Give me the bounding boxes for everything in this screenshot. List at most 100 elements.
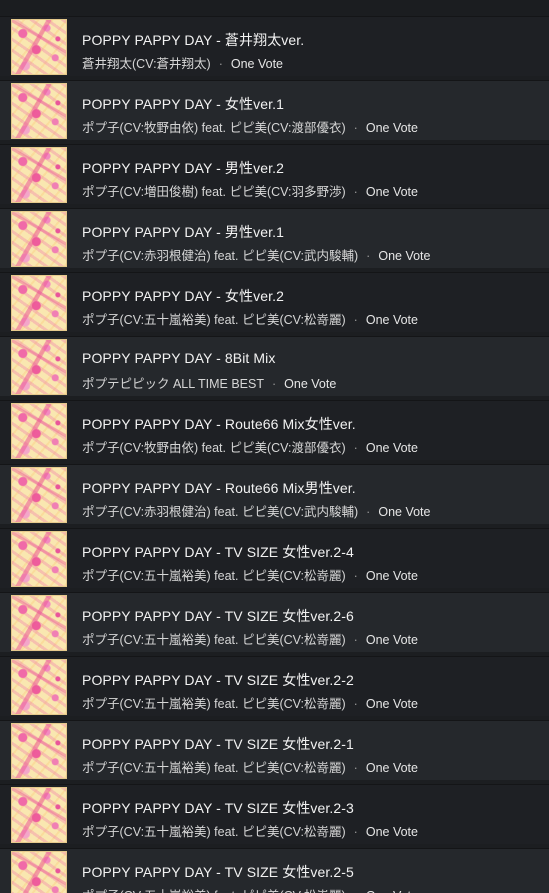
track-row[interactable]: POPPY PAPPY DAY - 蒼井翔太ver. 蒼井翔太(CV:蒼井翔太) ·… bbox=[0, 16, 549, 76]
track-row[interactable]: POPPY PAPPY DAY - TV SIZE 女性ver.2-6 ポプ子(C… bbox=[0, 592, 549, 652]
track-album[interactable]: One Vote bbox=[366, 761, 418, 775]
meta-separator: · bbox=[366, 505, 371, 519]
album-art-thumbnail[interactable] bbox=[11, 83, 67, 139]
track-meta: ポプ子(CV:五十嵐裕美) feat. ピピ美(CV:松嵜麗) · One Vote bbox=[82, 629, 418, 648]
album-art-thumbnail[interactable] bbox=[11, 467, 67, 523]
album-art-thumbnail[interactable] bbox=[11, 19, 67, 75]
track-album[interactable]: One Vote bbox=[366, 185, 418, 199]
meta-separator: · bbox=[353, 633, 358, 647]
track-text: POPPY PAPPY DAY - TV SIZE 女性ver.2-2 ポプ子(C… bbox=[82, 657, 541, 717]
track-row[interactable]: POPPY PAPPY DAY - 男性ver.2 ポプ子(CV:増田俊樹) fe… bbox=[0, 144, 549, 204]
track-text: POPPY PAPPY DAY - 蒼井翔太ver. 蒼井翔太(CV:蒼井翔太) ·… bbox=[82, 17, 541, 77]
album-art-thumbnail[interactable] bbox=[11, 659, 67, 715]
meta-separator: · bbox=[218, 57, 223, 71]
track-title[interactable]: POPPY PAPPY DAY - TV SIZE 女性ver.2-3 bbox=[82, 798, 354, 818]
track-row[interactable]: POPPY PAPPY DAY - TV SIZE 女性ver.2-2 ポプ子(C… bbox=[0, 656, 549, 716]
track-title[interactable]: POPPY PAPPY DAY - 女性ver.2 bbox=[82, 286, 284, 306]
track-title[interactable]: POPPY PAPPY DAY - 男性ver.2 bbox=[82, 158, 284, 178]
track-row[interactable]: POPPY PAPPY DAY - Route66 Mix男性ver. ポプ子(C… bbox=[0, 464, 549, 524]
album-art-thumbnail[interactable] bbox=[11, 851, 67, 893]
track-text: POPPY PAPPY DAY - TV SIZE 女性ver.2-3 ポプ子(C… bbox=[82, 785, 541, 845]
meta-separator: · bbox=[353, 185, 358, 199]
meta-separator: · bbox=[271, 377, 277, 391]
track-row[interactable]: POPPY PAPPY DAY - TV SIZE 女性ver.2-3 ポプ子(C… bbox=[0, 784, 549, 844]
track-album[interactable]: One Vote bbox=[366, 825, 418, 839]
track-artist[interactable]: ポプ子(CV:五十嵐裕美) feat. ピピ美(CV:松嵜麗) bbox=[82, 889, 346, 893]
track-album[interactable]: One Vote bbox=[366, 633, 418, 647]
track-title[interactable]: POPPY PAPPY DAY - Route66 Mix女性ver. bbox=[82, 414, 356, 434]
album-art-pattern bbox=[12, 340, 66, 394]
album-art-thumbnail[interactable] bbox=[11, 403, 67, 459]
track-row[interactable]: POPPY PAPPY DAY - 女性ver.1 ポプ子(CV:牧野由依) fe… bbox=[0, 80, 549, 140]
track-title[interactable]: POPPY PAPPY DAY - 女性ver.1 bbox=[82, 94, 284, 114]
track-artist[interactable]: ポプ子(CV:五十嵐裕美) feat. ピピ美(CV:松嵜麗) bbox=[82, 633, 346, 647]
track-album[interactable]: One Vote bbox=[366, 569, 418, 583]
track-artist[interactable]: ポプ子(CV:赤羽根健治) feat. ピピ美(CV:武内駿輔) bbox=[82, 505, 358, 519]
track-album[interactable]: One Vote bbox=[366, 697, 418, 711]
track-title[interactable]: POPPY PAPPY DAY - TV SIZE 女性ver.2-4 bbox=[82, 542, 354, 562]
album-art-thumbnail[interactable] bbox=[11, 339, 67, 395]
track-row[interactable]: POPPY PAPPY DAY - TV SIZE 女性ver.2-5 ポプ子(C… bbox=[0, 848, 549, 893]
track-text: POPPY PAPPY DAY - Route66 Mix男性ver. ポプ子(C… bbox=[82, 465, 541, 525]
meta-separator: · bbox=[353, 313, 358, 327]
track-title[interactable]: POPPY PAPPY DAY - 男性ver.1 bbox=[82, 222, 284, 242]
track-title[interactable]: POPPY PAPPY DAY - TV SIZE 女性ver.2-6 bbox=[82, 606, 354, 626]
track-title[interactable]: POPPY PAPPY DAY - TV SIZE 女性ver.2-5 bbox=[82, 862, 354, 882]
track-artist[interactable]: ポプ子(CV:五十嵐裕美) feat. ピピ美(CV:松嵜麗) bbox=[82, 569, 346, 583]
track-list: POPPY PAPPY DAY - 蒼井翔太ver. 蒼井翔太(CV:蒼井翔太) ·… bbox=[0, 0, 549, 893]
track-title[interactable]: POPPY PAPPY DAY - 8Bit Mix bbox=[82, 350, 276, 366]
track-meta: 蒼井翔太(CV:蒼井翔太) · One Vote bbox=[82, 53, 283, 72]
album-art-thumbnail[interactable] bbox=[11, 595, 67, 651]
album-art-thumbnail[interactable] bbox=[11, 147, 67, 203]
track-artist[interactable]: ポプ子(CV:五十嵐裕美) feat. ピピ美(CV:松嵜麗) bbox=[82, 697, 346, 711]
track-meta: ポプ子(CV:増田俊樹) feat. ピピ美(CV:羽多野渉) · One Vote bbox=[82, 181, 418, 200]
track-artist[interactable]: ポプテピピック ALL TIME BEST bbox=[82, 377, 264, 391]
album-art-pattern bbox=[12, 20, 66, 74]
track-row[interactable]: POPPY PAPPY DAY - TV SIZE 女性ver.2-4 ポプ子(C… bbox=[0, 528, 549, 588]
track-row[interactable]: POPPY PAPPY DAY - 女性ver.2 ポプ子(CV:五十嵐裕美) f… bbox=[0, 272, 549, 332]
track-artist[interactable]: ポプ子(CV:赤羽根健治) feat. ピピ美(CV:武内駿輔) bbox=[82, 249, 358, 263]
track-row[interactable]: POPPY PAPPY DAY - 8Bit Mix ポプテピピック ALL TI… bbox=[0, 336, 549, 396]
album-art-pattern bbox=[12, 148, 66, 202]
track-meta: ポプテピピック ALL TIME BEST · One Vote bbox=[82, 373, 336, 392]
meta-separator: · bbox=[353, 825, 358, 839]
track-row[interactable]: POPPY PAPPY DAY - 男性ver.1 ポプ子(CV:赤羽根健治) f… bbox=[0, 208, 549, 268]
track-artist[interactable]: 蒼井翔太(CV:蒼井翔太) bbox=[82, 57, 211, 71]
track-meta: ポプ子(CV:赤羽根健治) feat. ピピ美(CV:武内駿輔) · One Vot… bbox=[82, 245, 430, 264]
meta-separator: · bbox=[353, 761, 358, 775]
track-title[interactable]: POPPY PAPPY DAY - 蒼井翔太ver. bbox=[82, 30, 304, 50]
album-art-thumbnail[interactable] bbox=[11, 723, 67, 779]
track-text: POPPY PAPPY DAY - 8Bit Mix ポプテピピック ALL TI… bbox=[82, 337, 541, 397]
track-title[interactable]: POPPY PAPPY DAY - TV SIZE 女性ver.2-1 bbox=[82, 734, 354, 754]
track-artist[interactable]: ポプ子(CV:牧野由依) feat. ピピ美(CV:渡部優衣) bbox=[82, 121, 346, 135]
track-artist[interactable]: ポプ子(CV:増田俊樹) feat. ピピ美(CV:羽多野渉) bbox=[82, 185, 346, 199]
track-title[interactable]: POPPY PAPPY DAY - Route66 Mix男性ver. bbox=[82, 478, 356, 498]
track-album[interactable]: One Vote bbox=[366, 121, 418, 135]
track-album[interactable]: One Vote bbox=[366, 889, 418, 893]
track-artist[interactable]: ポプ子(CV:牧野由依) feat. ピピ美(CV:渡部優衣) bbox=[82, 441, 346, 455]
track-text: POPPY PAPPY DAY - TV SIZE 女性ver.2-5 ポプ子(C… bbox=[82, 849, 541, 893]
track-row[interactable]: POPPY PAPPY DAY - TV SIZE 女性ver.2-1 ポプ子(C… bbox=[0, 720, 549, 780]
track-album[interactable]: One Vote bbox=[284, 377, 336, 391]
track-album[interactable]: One Vote bbox=[378, 249, 430, 263]
track-artist[interactable]: ポプ子(CV:五十嵐裕美) feat. ピピ美(CV:松嵜麗) bbox=[82, 825, 346, 839]
album-art-thumbnail[interactable] bbox=[11, 787, 67, 843]
album-art-pattern bbox=[12, 788, 66, 842]
album-art-pattern bbox=[12, 852, 66, 893]
album-art-thumbnail[interactable] bbox=[11, 211, 67, 267]
track-meta: ポプ子(CV:五十嵐裕美) feat. ピピ美(CV:松嵜麗) · One Vote bbox=[82, 565, 418, 584]
album-art-pattern bbox=[12, 212, 66, 266]
track-title[interactable]: POPPY PAPPY DAY - TV SIZE 女性ver.2-2 bbox=[82, 670, 354, 690]
album-art-pattern bbox=[12, 724, 66, 778]
meta-separator: · bbox=[346, 889, 366, 893]
album-art-thumbnail[interactable] bbox=[11, 531, 67, 587]
track-album[interactable]: One Vote bbox=[366, 441, 418, 455]
track-artist[interactable]: ポプ子(CV:五十嵐裕美) feat. ピピ美(CV:松嵜麗) bbox=[82, 761, 346, 775]
album-art-thumbnail[interactable] bbox=[11, 275, 67, 331]
album-art-pattern bbox=[12, 404, 66, 458]
track-album[interactable]: One Vote bbox=[378, 505, 430, 519]
track-album[interactable]: One Vote bbox=[231, 57, 283, 71]
track-album[interactable]: One Vote bbox=[366, 313, 418, 327]
track-artist[interactable]: ポプ子(CV:五十嵐裕美) feat. ピピ美(CV:松嵜麗) bbox=[82, 313, 346, 327]
track-row[interactable]: POPPY PAPPY DAY - Route66 Mix女性ver. ポプ子(C… bbox=[0, 400, 549, 460]
